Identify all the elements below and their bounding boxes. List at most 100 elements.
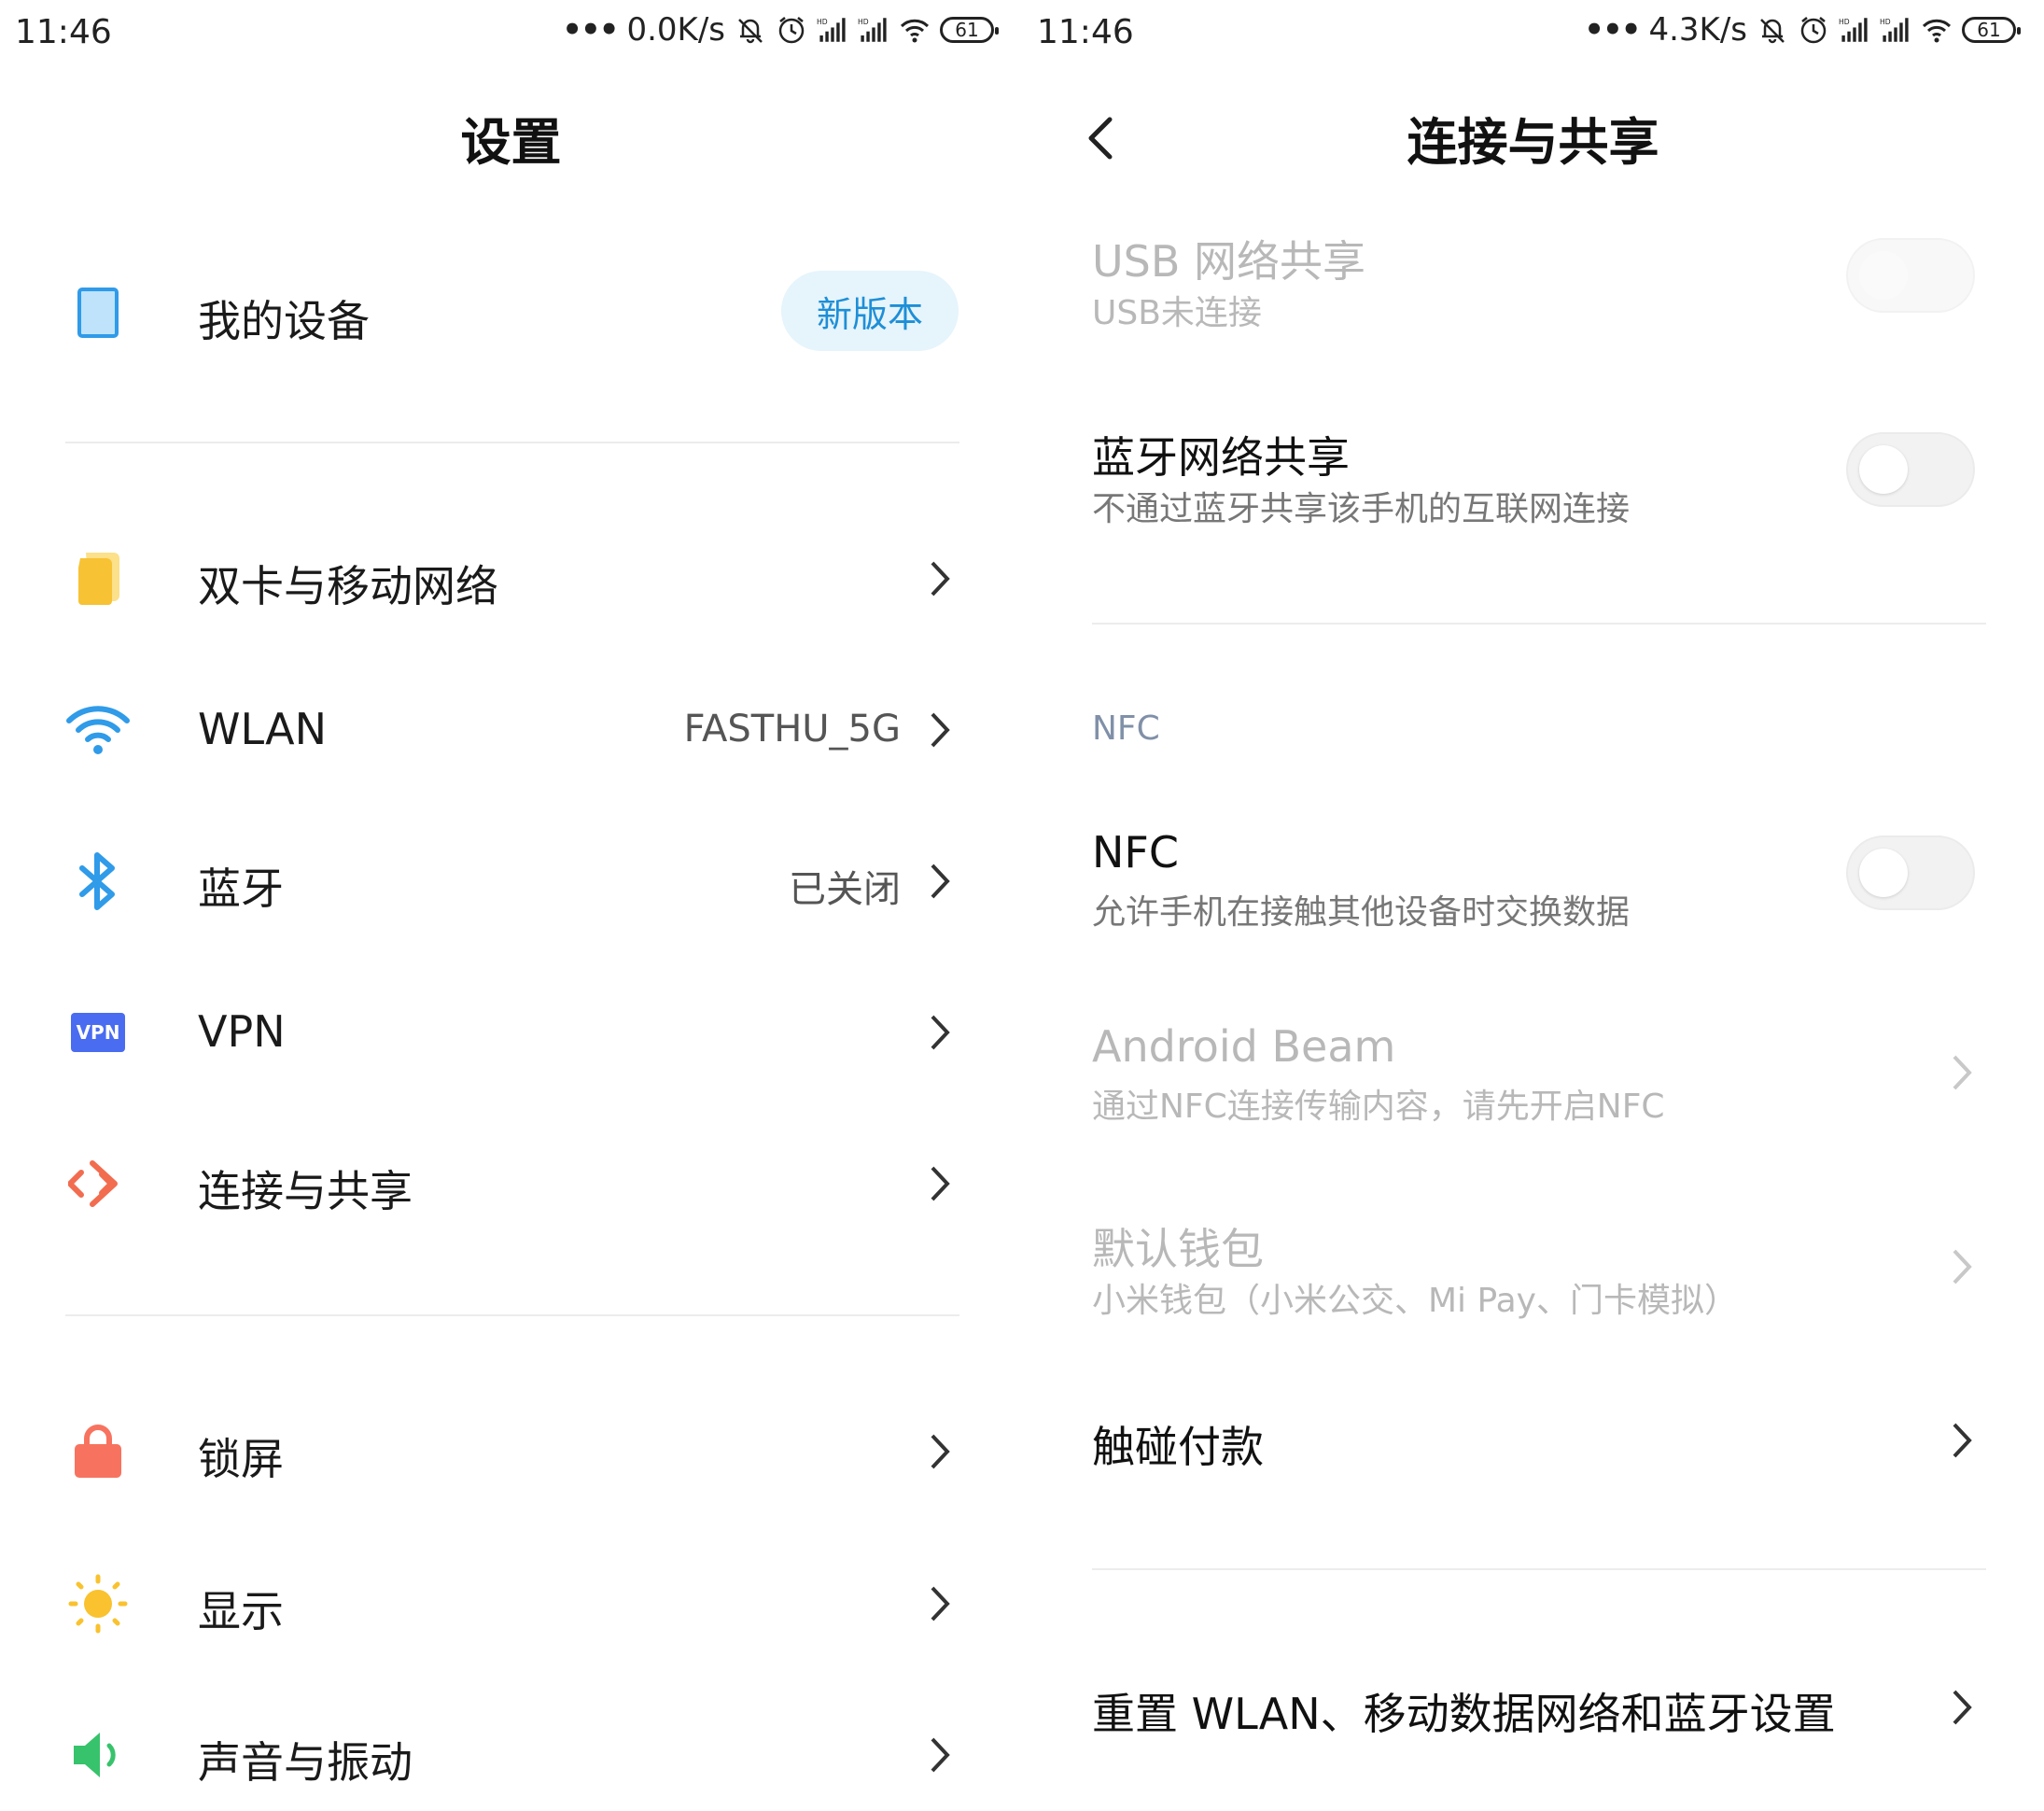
sim-card-icon: [65, 546, 131, 611]
nfc-section-header: NFC: [1092, 709, 1160, 748]
nfc-item[interactable]: NFC 允许手机在接触其他设备时交换数据: [1022, 823, 2044, 935]
chevron-right-icon: [1953, 1423, 1972, 1458]
chevron-right-icon: [931, 1434, 950, 1469]
sidebar-item-label: 连接与共享: [198, 1166, 413, 1216]
status-time: 11:46: [1037, 13, 1134, 51]
sidebar-item-bluetooth[interactable]: 蓝牙 已关闭: [0, 844, 1022, 919]
toggle-knob: [1859, 849, 1908, 897]
signal-hd-icon-2: HD: [1880, 18, 1909, 42]
svg-text:HD: HD: [1839, 18, 1850, 26]
nfc-title: NFC: [1092, 827, 1179, 877]
lock-icon: [65, 1419, 131, 1484]
mute-bell-icon: [1760, 19, 1785, 44]
svg-text:HD: HD: [817, 18, 828, 26]
usb-tethering-title: USB 网络共享: [1092, 236, 1366, 287]
status-bar: 11:46 ••• 4.3K/s HD HD 61: [1022, 0, 2044, 65]
net-speed: 4.3K/s: [1648, 11, 1747, 49]
sidebar-item-vpn[interactable]: VPN VPN: [0, 995, 1022, 1070]
bluetooth-tethering-title: 蓝牙网络共享: [1092, 432, 1350, 483]
vpn-icon: VPN: [65, 1000, 131, 1065]
divider: [65, 1314, 959, 1316]
sidebar-item-label: 声音与振动: [198, 1737, 413, 1788]
sidebar-item-display[interactable]: 显示: [0, 1566, 1022, 1641]
chevron-right-icon: [1953, 1249, 1972, 1285]
status-bar: 11:46 ••• 0.0K/s HD HD 61: [0, 0, 1022, 65]
chevron-right-icon: [1953, 1690, 1972, 1725]
usb-tethering-subtitle: USB未连接: [1092, 294, 1262, 332]
chevron-right-icon: [931, 561, 950, 597]
usb-tethering-item[interactable]: USB 网络共享 USB未连接: [1022, 224, 2044, 336]
alarm-icon: [1800, 17, 1827, 44]
status-icons: ••• 0.0K/s HD HD 61: [562, 11, 999, 49]
divider: [65, 442, 959, 443]
sidebar-item-connect-share[interactable]: 连接与共享: [0, 1146, 1022, 1221]
sidebar-item-wlan[interactable]: WLAN FASTHU_5G: [0, 693, 1022, 767]
chevron-right-icon: [931, 1737, 950, 1773]
battery-indicator: 61: [1962, 17, 2021, 43]
signal-hd-icon: HD: [817, 18, 846, 42]
my-device-row[interactable]: 我的设备 新版本: [0, 271, 1022, 355]
bluetooth-tethering-item[interactable]: 蓝牙网络共享 不通过蓝牙共享该手机的互联网连接: [1022, 420, 2044, 532]
sidebar-item-label: 双卡与移动网络: [198, 561, 498, 611]
android-beam-title: Android Beam: [1092, 1021, 1396, 1072]
device-icon: [65, 280, 131, 345]
wifi-icon: [65, 697, 131, 763]
divider: [1092, 623, 1986, 625]
wifi-status-icon: [900, 19, 930, 43]
toggle-knob: [1859, 445, 1908, 494]
chevron-right-icon: [1953, 1055, 1972, 1090]
page-title: 连接与共享: [1407, 113, 1659, 172]
signal-hd-icon: HD: [1839, 18, 1868, 42]
divider: [1092, 1568, 1986, 1570]
touch-pay-item[interactable]: 触碰付款: [1022, 1410, 2044, 1484]
sidebar-item-label: 蓝牙: [198, 863, 284, 914]
nfc-subtitle: 允许手机在接触其他设备时交换数据: [1092, 893, 1631, 932]
chevron-right-icon: [931, 863, 950, 899]
svg-text:HD: HD: [1880, 18, 1891, 26]
default-wallet-item[interactable]: 默认钱包 小米钱包（小米公交、Mi Pay、门卡模拟）: [1022, 1212, 2044, 1324]
mute-bell-icon: [738, 19, 763, 44]
chevron-right-icon: [931, 712, 950, 748]
sidebar-item-sound[interactable]: 声音与振动: [0, 1718, 1022, 1792]
signal-hd-icon-2: HD: [858, 18, 887, 42]
sidebar-item-label: 显示: [198, 1586, 284, 1636]
connect-share-icon: [65, 1151, 131, 1216]
settings-panel: 11:46 ••• 0.0K/s HD HD 61 设置 我的设备 新版本 双卡…: [0, 0, 1022, 1811]
default-wallet-title: 默认钱包: [1092, 1224, 1264, 1274]
sidebar-item-label: 锁屏: [198, 1434, 284, 1484]
net-speed: 0.0K/s: [626, 11, 725, 49]
sidebar-item-label: WLAN: [198, 704, 328, 754]
reset-network-title: 重置 WLAN、移动数据网络和蓝牙设置: [1092, 1689, 1836, 1739]
connect-share-panel: 11:46 ••• 4.3K/s HD HD 61 连接与共享 USB 网络共享…: [1022, 0, 2044, 1811]
chevron-right-icon: [931, 1166, 950, 1201]
reset-network-item[interactable]: 重置 WLAN、移动数据网络和蓝牙设置: [1022, 1677, 2044, 1751]
svg-text:HD: HD: [858, 18, 869, 26]
status-icons: ••• 4.3K/s HD HD 61: [1584, 11, 2021, 49]
bluetooth-tethering-subtitle: 不通过蓝牙共享该手机的互联网连接: [1092, 490, 1631, 528]
bluetooth-tethering-toggle[interactable]: [1846, 432, 1975, 507]
bluetooth-status: 已关闭: [789, 868, 901, 911]
my-device-label: 我的设备: [198, 296, 370, 346]
toggle-knob: [1859, 251, 1908, 300]
wifi-status-icon: [1922, 19, 1952, 43]
usb-tethering-toggle[interactable]: [1846, 238, 1975, 313]
android-beam-subtitle: 通过NFC连接传输内容，请先开启NFC: [1092, 1088, 1665, 1126]
vpn-icon-text: VPN: [71, 1013, 125, 1052]
sun-icon: [65, 1571, 131, 1636]
touch-pay-title: 触碰付款: [1092, 1422, 1264, 1472]
speaker-icon: [65, 1722, 131, 1788]
default-wallet-subtitle: 小米钱包（小米公交、Mi Pay、门卡模拟）: [1092, 1282, 1738, 1320]
chevron-right-icon: [931, 1586, 950, 1621]
sidebar-item-label: VPN: [198, 1006, 286, 1057]
wlan-network-name: FASTHU_5G: [683, 708, 901, 751]
status-time: 11:46: [15, 13, 112, 51]
chevron-right-icon: [931, 1015, 950, 1050]
nfc-toggle[interactable]: [1846, 835, 1975, 910]
new-version-badge[interactable]: 新版本: [781, 271, 959, 351]
battery-indicator: 61: [940, 17, 999, 43]
alarm-icon: [778, 17, 805, 44]
sidebar-item-dual-sim[interactable]: 双卡与移动网络: [0, 541, 1022, 616]
sidebar-item-lock-screen[interactable]: 锁屏: [0, 1414, 1022, 1489]
more-dots-icon: •••: [562, 11, 619, 49]
android-beam-item[interactable]: Android Beam 通过NFC连接传输内容，请先开启NFC: [1022, 1018, 2044, 1130]
